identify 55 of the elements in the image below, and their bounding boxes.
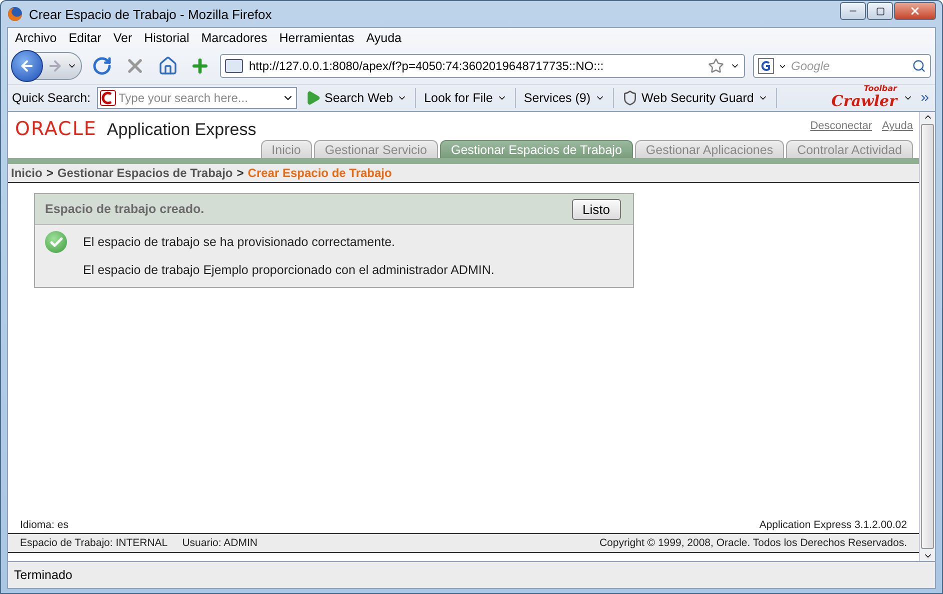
menu-item[interactable]: Herramientas [274,31,360,45]
breadcrumb-separator: > [236,166,244,180]
user-text: Usuario: ADMIN [182,537,258,549]
page-icon [225,59,243,73]
toolbar-button[interactable]: Search Web [302,88,416,108]
quick-search-bar[interactable]: Type your search here... [96,87,297,109]
plus-icon [190,56,210,76]
menu-item[interactable]: Editar [64,31,106,45]
quick-search-label: Quick Search: [12,91,91,105]
message-text: El espacio de trabajo Ejemplo proporcionado con el administrador ADMIN. [83,263,494,277]
maximize-button[interactable] [867,2,893,20]
breadcrumb-link[interactable]: Inicio [11,166,42,180]
breadcrumb-link[interactable]: Gestionar Espacios de Trabajo [57,166,233,180]
header-link[interactable]: Desconectar [810,120,872,132]
toolbar-button[interactable]: Web Security Guard [620,88,777,108]
menu-item[interactable]: Historial [139,31,194,45]
message-text: El espacio de trabajo se ha provisionado correctamente. [83,235,396,249]
done-button[interactable]: Listo [572,198,621,220]
message-title: Espacio de trabajo creado. [45,202,204,216]
check-icon [45,231,67,253]
search-bar[interactable]: Google [753,54,931,78]
workspace-text: Espacio de Trabajo: INTERNAL [20,537,168,549]
minimize-button[interactable] [840,2,866,20]
play-icon [304,90,321,106]
copyright-text: Copyright © 1999, 2008, Oracle. Todos los Derechos Reservados. [599,537,907,549]
product-name: Application Express [106,120,256,139]
scrollbar[interactable] [919,112,935,561]
crescent-icon [100,90,116,106]
status-text: Terminado [14,568,72,582]
reload-icon [92,56,112,76]
window-title: Crear Espacio de Trabajo - Mozilla Firefox [29,6,273,22]
menu-item[interactable]: Ayuda [361,31,407,45]
breadcrumb-separator: > [46,166,54,180]
menu-item[interactable]: Marcadores [196,31,272,45]
toolbar-button[interactable]: Services (9) [522,88,614,108]
language-text: Idioma: es [20,519,68,531]
version-text: Application Express 3.1.2.00.02 [759,519,907,531]
address-field[interactable]: http://127.0.0.1:8080/apex/f?p=4050:74:3602019648717735::NO::: [249,59,702,73]
brand-logo: ORACLE [15,118,97,140]
toolbar-logo[interactable]: Crawler Toolbar [831,86,897,110]
back-button[interactable] [11,50,43,82]
toolbar-button[interactable]: Look for File [422,88,516,108]
google-icon [758,58,774,74]
search-icon[interactable] [912,59,926,73]
home-icon [158,56,178,76]
header-link[interactable]: Ayuda [882,120,913,132]
menu-item[interactable]: Ver [108,31,138,45]
overflow-icon[interactable] [919,92,931,104]
close-button[interactable] [894,2,936,20]
menu-item[interactable]: Archivo [10,31,62,45]
close-icon [909,5,921,17]
shield-icon [622,90,638,106]
maximize-icon [876,6,884,16]
address-bar[interactable]: http://127.0.0.1:8080/apex/f?p=4050:74:3602019648717735::NO::: [220,54,745,78]
star-icon[interactable] [708,58,724,74]
